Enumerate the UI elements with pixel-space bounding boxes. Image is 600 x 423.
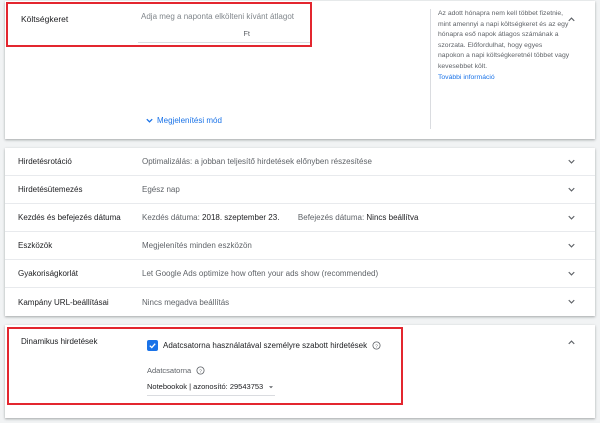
setting-row-frequency-cap[interactable]: Gyakoriságkorlát Let Google Ads optimize… [5,260,595,288]
chevron-up-icon [568,17,575,22]
chevron-down-icon [566,296,577,307]
settings-card: Hirdetésrotáció Optimalizálás: a jobban … [5,148,595,316]
collapse-budget-button[interactable] [566,14,577,25]
budget-input-underline [138,42,310,43]
setting-value: Let Google Ads optimize how often your a… [142,269,379,278]
setting-value: Nincs megadva beállítás [142,297,230,307]
setting-row-start-end-dates[interactable]: Kezdés és befejezés dátuma Kezdés dátuma… [5,204,595,232]
setting-row-ad-schedule[interactable]: Hirdetésütemezés Egész nap [5,176,595,204]
feed-label-row: Adatcsatorna ? [147,366,205,375]
setting-row-devices[interactable]: Eszközök Megjelenítés minden eszközön [5,232,595,260]
setting-label: Hirdetésütemezés [18,185,83,194]
setting-value: Kezdés dátuma: 2018. szeptember 23. Befe… [142,213,418,222]
setting-value: Optimalizálás: a jobban teljesítő hirdet… [142,157,372,166]
budget-placeholder: Adja meg a naponta elkölteni kívánt átla… [141,12,294,21]
dropdown-arrow-icon [269,385,274,388]
setting-label: Kezdés és befejezés dátuma [18,213,121,222]
checkmark-icon [149,343,156,349]
dynamic-ads-card: Dinamikus hirdetések Adatcsatorna haszná… [5,325,595,418]
help-icon[interactable]: ? [372,341,381,350]
setting-label: Gyakoriságkorlát [18,269,79,278]
svg-text:?: ? [375,343,378,349]
feed-label: Adatcsatorna [147,366,192,375]
chevron-down-icon [566,156,577,167]
budget-input[interactable]: Adja meg a naponta elkölteni kívánt átla… [138,11,310,43]
chevron-down-icon [146,118,153,123]
chevron-down-icon [566,212,577,223]
feed-personalized-ads-checkbox[interactable] [147,340,158,351]
setting-value: Megjelenítés minden eszközön [142,241,252,250]
help-icon[interactable]: ? [196,366,205,375]
end-date-value: Nincs beállítva [366,213,419,222]
feed-personalized-ads-label: Adatcsatorna használatával személyre sza… [163,341,368,350]
end-date-prefix: Befejezés dátuma: [297,213,365,222]
setting-value: Egész nap [142,185,180,194]
display-mode-toggle[interactable]: Megjelenítési mód [145,116,222,125]
budget-help-panel: Az adott hónapra nem kell többet fizetni… [430,9,570,129]
setting-row-ad-rotation[interactable]: Hirdetésrotáció Optimalizálás: a jobban … [5,148,595,176]
start-date-value: 2018. szeptember 23. [202,213,280,222]
chevron-up-icon [568,340,575,345]
feed-select-value: Notebookok | azonosító: 29543753 [147,382,264,391]
budget-help-text: Az adott hónapra nem kell többet fizetni… [438,10,570,70]
svg-text:?: ? [199,368,202,374]
feed-personalized-ads-option[interactable]: Adatcsatorna használatával személyre sza… [147,340,381,351]
chevron-down-icon [566,184,577,195]
start-date-prefix: Kezdés dátuma: [142,213,200,222]
chevron-down-icon [566,240,577,251]
budget-currency: Ft [243,29,250,38]
learn-more-link[interactable]: További információ [438,73,570,84]
setting-label: Eszközök [18,241,53,250]
setting-label: Kampány URL-beállításai [18,297,109,307]
display-mode-label: Megjelenítési mód [157,116,222,125]
budget-label: Költségkeret [21,14,69,24]
feed-select-dropdown[interactable]: Notebookok | azonosító: 29543753 [147,382,276,396]
collapse-dynamic-ads-button[interactable] [566,337,577,348]
budget-card: Költségkeret Adja meg a naponta elkölten… [5,1,595,139]
setting-row-campaign-url[interactable]: Kampány URL-beállításai Nincs megadva be… [5,288,595,316]
setting-label: Hirdetésrotáció [18,157,72,166]
chevron-down-icon [566,268,577,279]
dynamic-ads-label: Dinamikus hirdetések [21,337,98,346]
